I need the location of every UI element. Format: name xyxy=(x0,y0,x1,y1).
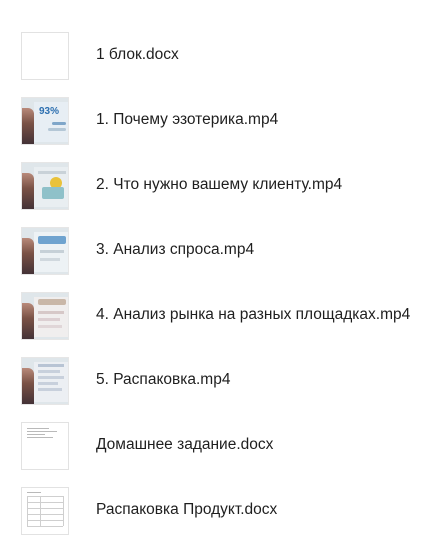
file-name: 3. Анализ спроса.mp4 xyxy=(96,241,255,258)
video-thumbnail-icon xyxy=(21,162,69,210)
file-row-raspakovka-produkt[interactable]: Распаковка Продукт.docx xyxy=(0,482,444,538)
video-thumbnail-icon xyxy=(21,227,69,275)
file-name: Домашнее задание.docx xyxy=(96,436,274,453)
file-row-raspakovka-mp4[interactable]: 5. Распаковка.mp4 xyxy=(0,352,444,408)
file-name: Распаковка Продукт.docx xyxy=(96,501,278,518)
file-row-analiz-rynka[interactable]: 4. Анализ рынка на разных площадках.mp4 xyxy=(0,287,444,343)
file-row-chto-nuzhno-klientu[interactable]: 2. Что нужно вашему клиенту.mp4 xyxy=(0,157,444,213)
file-row-pochemu-ezoterika[interactable]: 93% 1. Почему эзотерика.mp4 xyxy=(0,92,444,148)
docx-file-icon xyxy=(21,487,69,535)
file-name: 4. Анализ рынка на разных площадках.mp4 xyxy=(96,306,411,323)
video-thumbnail-icon: 93% xyxy=(21,97,69,145)
file-name: 5. Распаковка.mp4 xyxy=(96,371,231,388)
docx-file-icon xyxy=(21,422,69,470)
file-name: 1. Почему эзотерика.mp4 xyxy=(96,111,279,128)
file-list: 1 блок.docx 93% 1. Почему эзотерика.mp4 … xyxy=(0,0,444,542)
thumbnail-badge-text: 93% xyxy=(39,106,60,117)
video-thumbnail-icon xyxy=(21,292,69,340)
file-name: 1 блок.docx xyxy=(96,46,179,63)
docx-file-icon xyxy=(21,32,69,80)
video-thumbnail-icon xyxy=(21,357,69,405)
file-row-domashnee-zadanie[interactable]: Домашнее задание.docx xyxy=(0,417,444,473)
file-row-analiz-sprosa[interactable]: 3. Анализ спроса.mp4 xyxy=(0,222,444,278)
file-name: 2. Что нужно вашему клиенту.mp4 xyxy=(96,176,343,193)
file-row-1-blok-docx[interactable]: 1 блок.docx xyxy=(0,27,444,83)
